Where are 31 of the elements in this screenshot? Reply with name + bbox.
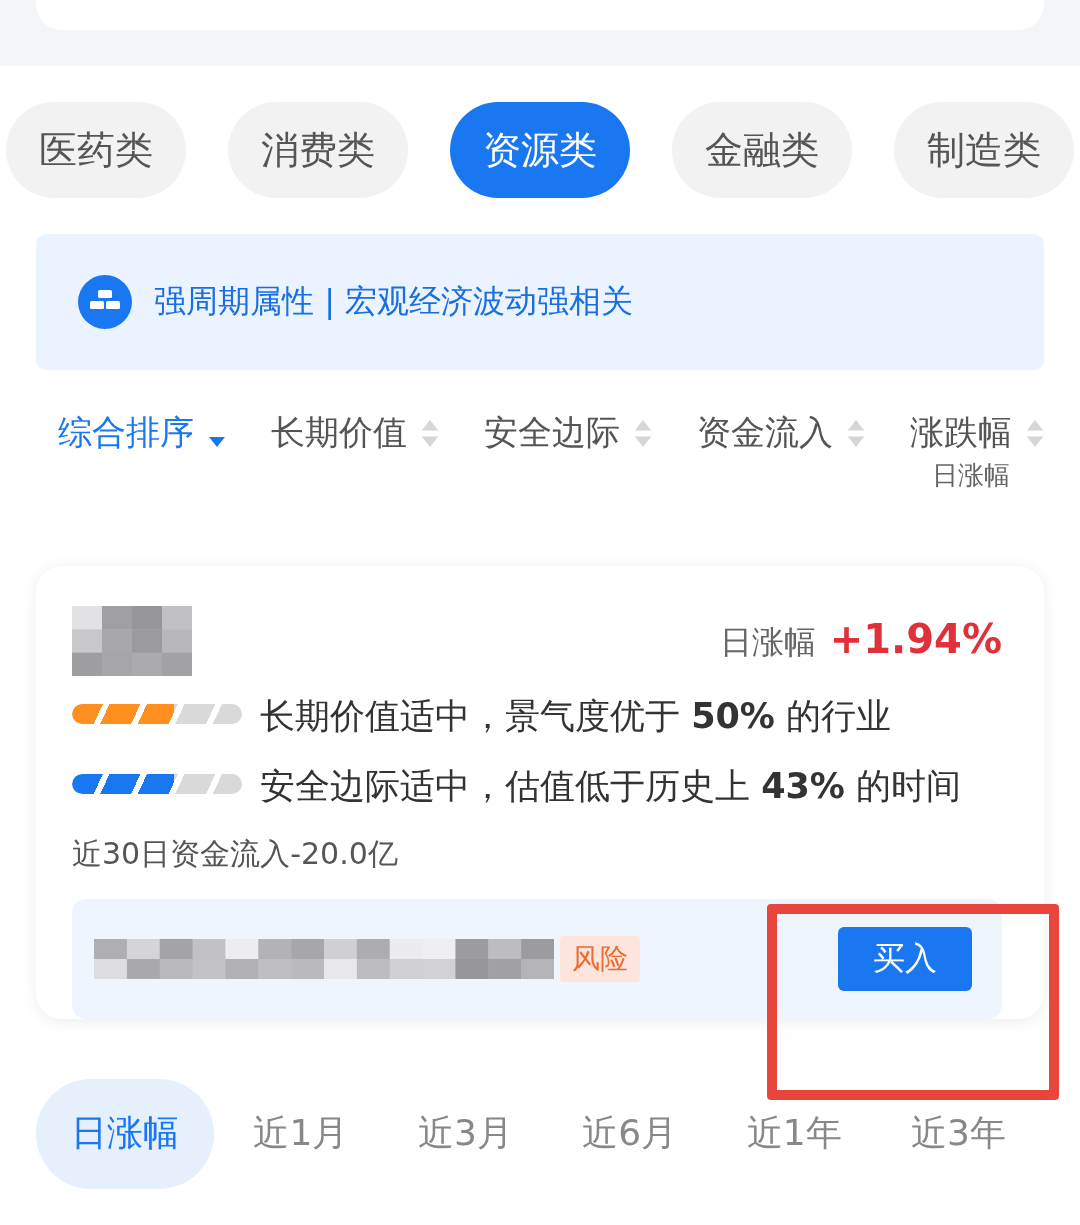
- sort-option[interactable]: 涨跌幅: [910, 410, 1012, 456]
- sort-option[interactable]: 安全边际: [484, 410, 620, 456]
- buy-button[interactable]: 买入: [838, 927, 972, 991]
- period-tab[interactable]: 近1月: [223, 1078, 379, 1189]
- sort-arrows-icon: [1026, 419, 1044, 447]
- category-tab[interactable]: 制造类: [894, 102, 1074, 198]
- category-tab[interactable]: 医药类: [6, 102, 186, 198]
- period-tab[interactable]: 近6月: [552, 1078, 708, 1189]
- change-label: 日涨幅: [719, 622, 816, 663]
- period-tab[interactable]: 近1年: [716, 1078, 872, 1189]
- risk-tag: 风险: [560, 936, 640, 982]
- sort-option[interactable]: 资金流入: [697, 410, 833, 456]
- category-tab[interactable]: 消费类: [228, 102, 408, 198]
- banner-text: 强周期属性 | 宏观经济波动强相关: [154, 281, 634, 322]
- sort-option[interactable]: 长期价值: [271, 410, 407, 456]
- sort-arrows-icon: [421, 419, 439, 447]
- sort-arrows-icon: [847, 419, 865, 447]
- metric-text: 安全边际适中，估值低于历史上 43% 的时间: [260, 765, 963, 808]
- period-tab[interactable]: 日涨幅: [36, 1078, 214, 1189]
- period-tab[interactable]: 近3年: [881, 1078, 1036, 1189]
- sort-arrow-icon: [208, 435, 226, 447]
- period-tab[interactable]: 近3月: [387, 1078, 543, 1189]
- sort-option[interactable]: 综合排序: [58, 410, 194, 456]
- fund-flow-text: 近30日资金流入-20.0亿: [72, 835, 399, 873]
- category-tab[interactable]: 金融类: [672, 102, 852, 198]
- sort-sublabel: 日涨幅: [932, 459, 1010, 492]
- sort-arrows-icon: [634, 419, 652, 447]
- ingot-icon: [78, 275, 132, 329]
- metric-text: 长期价值适中，景气度优于 50% 的行业: [260, 695, 893, 738]
- change-value: +1.94%: [829, 616, 1002, 662]
- category-tab[interactable]: 资源类: [450, 102, 630, 198]
